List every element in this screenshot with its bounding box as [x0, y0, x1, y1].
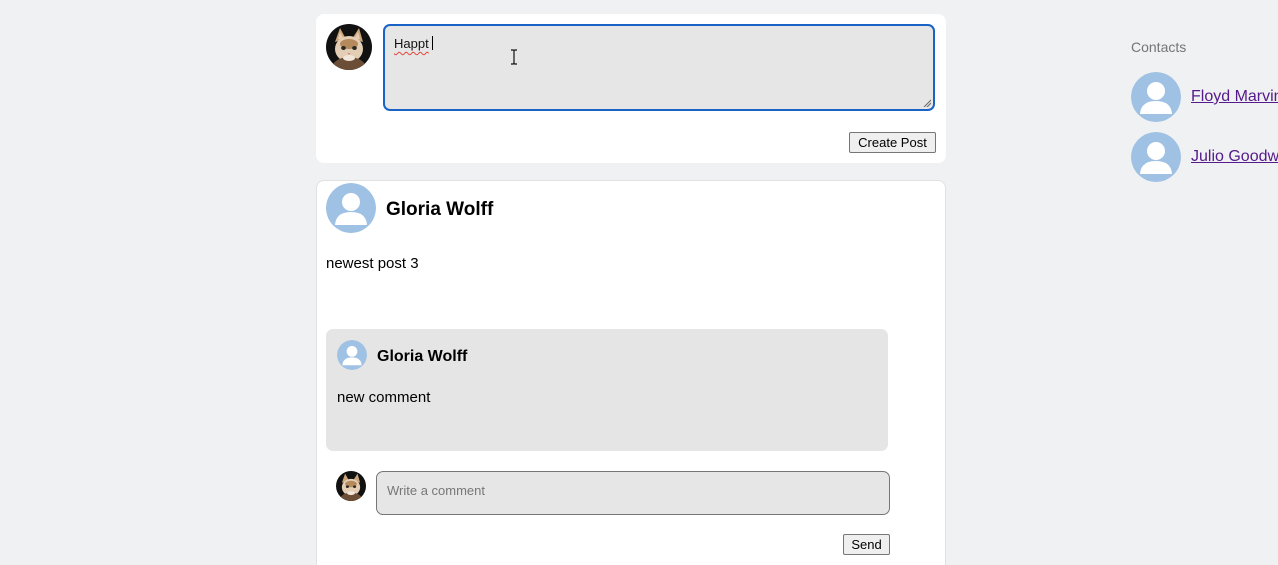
- post-author-avatar: [326, 183, 376, 233]
- post-text-value: Happt: [394, 36, 429, 51]
- comment-author-avatar: [337, 340, 367, 370]
- contact-link-julio-goodwin[interactable]: Julio Goodwin: [1191, 148, 1278, 166]
- post-author-name: Gloria Wolff: [386, 199, 494, 220]
- post-text-input[interactable]: Happt: [383, 24, 935, 111]
- contact-link-floyd-marvin[interactable]: Floyd Marvin: [1191, 88, 1278, 106]
- resize-grip-icon[interactable]: [923, 99, 931, 107]
- text-caret: [431, 36, 433, 50]
- create-post-button[interactable]: Create Post: [849, 132, 936, 153]
- person-silhouette-icon: [1131, 72, 1181, 122]
- send-comment-button[interactable]: Send: [843, 534, 890, 555]
- contact-avatar: [1131, 72, 1181, 122]
- commenter-avatar: [336, 471, 366, 501]
- post-body-text: newest post 3: [326, 255, 419, 272]
- comment-body-text: new comment: [337, 389, 431, 406]
- current-user-avatar: [326, 24, 372, 70]
- contact-avatar: [1131, 132, 1181, 182]
- comment-author-name: Gloria Wolff: [377, 348, 468, 365]
- person-silhouette-icon: [337, 340, 367, 370]
- person-silhouette-icon: [326, 183, 376, 233]
- contacts-heading: Contacts: [1131, 39, 1187, 55]
- comment-input[interactable]: [376, 471, 890, 515]
- text-cursor-icon: [511, 49, 517, 65]
- person-silhouette-icon: [1131, 132, 1181, 182]
